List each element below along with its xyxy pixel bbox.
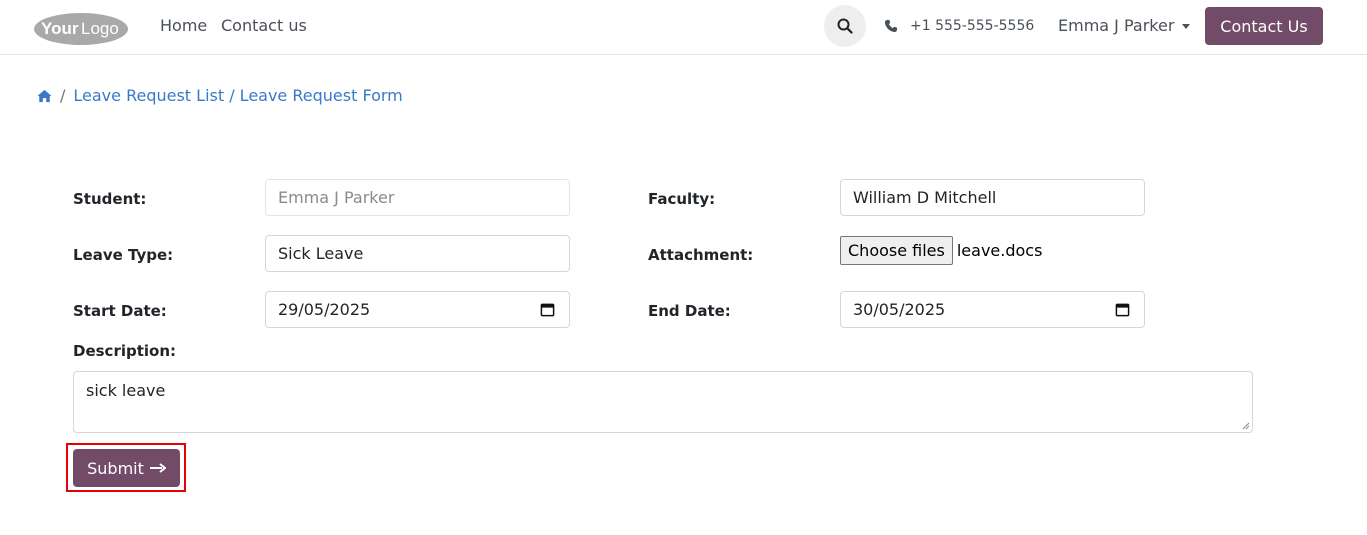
description-label: Description: [73,342,177,360]
svg-text:Your: Your [41,19,79,38]
arrow-right-icon [149,463,166,473]
resize-grip-icon[interactable] [1242,422,1250,430]
submit-button[interactable]: Submit [73,449,180,487]
svg-text:Logo: Logo [81,19,119,38]
end-date-field[interactable]: 30/05/2025 [840,291,1145,328]
start-date-label: Start Date: [73,302,167,320]
start-date-value: 29/05/2025 [278,300,371,319]
breadcrumb-link[interactable]: Leave Request List / Leave Request Form [73,86,402,106]
attachment-label: Attachment: [648,246,754,264]
faculty-field[interactable]: William D Mitchell [840,179,1145,216]
student-label: Student: [73,190,147,208]
phone-number: +1 555-555-5556 [910,18,1035,34]
calendar-icon[interactable] [1115,302,1130,317]
breadcrumb: / Leave Request List / Leave Request For… [37,86,403,106]
phone-link[interactable]: +1 555-555-5556 [884,17,1034,35]
logo[interactable]: Your Logo [33,10,129,46]
search-icon [837,18,853,34]
calendar-icon[interactable] [540,302,555,317]
faculty-label: Faculty: [648,190,716,208]
attachment-input: Choose files leave.docs [840,236,1042,265]
student-field[interactable]: Emma J Parker [265,179,570,216]
user-menu[interactable]: Emma J Parker [1058,16,1191,36]
leave-type-label: Leave Type: [73,246,174,264]
search-button[interactable] [824,5,866,47]
caret-down-icon [1182,23,1191,29]
description-value: sick leave [86,381,166,400]
description-textarea[interactable]: sick leave [73,371,1253,433]
phone-icon [884,19,898,33]
top-navbar: Your Logo Home Contact us +1 555-555-555… [0,0,1367,55]
nav-contact-us[interactable]: Contact us [221,16,307,36]
user-name: Emma J Parker [1058,16,1175,35]
home-icon[interactable] [37,89,52,103]
breadcrumb-separator: / [60,86,66,105]
start-date-field[interactable]: 29/05/2025 [265,291,570,328]
end-date-label: End Date: [648,302,731,320]
leave-type-field[interactable]: Sick Leave [265,235,570,272]
attachment-filename: leave.docs [956,241,1043,260]
choose-files-button[interactable]: Choose files [840,236,953,265]
contact-us-button[interactable]: Contact Us [1205,7,1323,45]
nav-home[interactable]: Home [160,16,207,36]
end-date-value: 30/05/2025 [853,300,946,319]
submit-label: Submit [87,458,144,478]
